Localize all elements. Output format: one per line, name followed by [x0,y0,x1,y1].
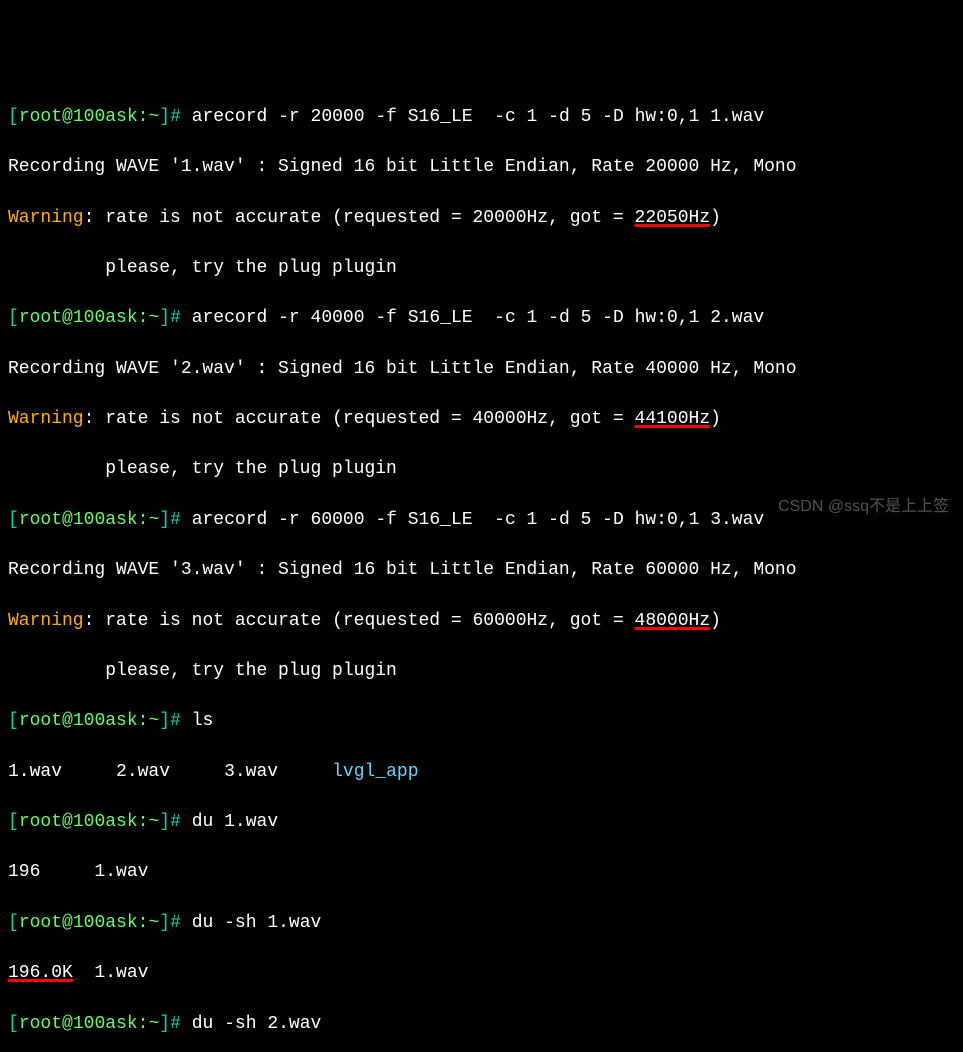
prompt-path: ~ [148,711,159,731]
prompt-at: @ [62,510,73,530]
prompt-bracket: [ [8,913,19,933]
terminal-line-ls: [root@100ask:~]# ls [8,709,955,734]
prompt-colon: : [138,107,149,127]
warning-text-1a: : rate is not accurate (requested = 2000… [84,208,635,228]
prompt-host: 100ask [73,107,138,127]
warning-plugin-3: please, try the plug plugin [8,659,955,684]
warning-plugin-2: please, try the plug plugin [8,457,955,482]
warning-text-3b: ) [710,611,721,631]
warning-text-2b: ) [710,409,721,429]
warning-rate-2: 44100Hz [635,409,711,429]
warning-rate-1: 22050Hz [635,208,711,228]
prompt-close: ]# [159,308,181,328]
warning-label: Warning [8,208,84,228]
prompt-bracket: [ [8,308,19,328]
warning-line-3: Warning: rate is not accurate (requested… [8,609,955,634]
prompt-user: root [19,812,62,832]
prompt-bracket: [ [8,711,19,731]
prompt-at: @ [62,107,73,127]
prompt-path: ~ [148,308,159,328]
prompt-close: ]# [159,812,181,832]
prompt-host: 100ask [73,1014,138,1034]
prompt-colon: : [138,510,149,530]
watermark: CSDN @ssq不是上上签 [778,496,949,518]
prompt-colon: : [138,1014,149,1034]
prompt-host: 100ask [73,812,138,832]
prompt-bracket: [ [8,1014,19,1034]
prompt-at: @ [62,812,73,832]
prompt-path: ~ [148,1014,159,1034]
terminal-line-du1: [root@100ask:~]# du 1.wav [8,810,955,835]
prompt-user: root [19,308,62,328]
prompt-at: @ [62,711,73,731]
prompt-colon: : [138,711,149,731]
command-du-sh-1: du -sh 1.wav [192,913,322,933]
output-recording-3: Recording WAVE '3.wav' : Signed 16 bit L… [8,558,955,583]
output-recording-2: Recording WAVE '2.wav' : Signed 16 bit L… [8,357,955,382]
warning-text-3a: : rate is not accurate (requested = 6000… [84,611,635,631]
command-du-1: du 1.wav [192,812,278,832]
prompt-user: root [19,913,62,933]
prompt-user: root [19,711,62,731]
prompt-user: root [19,510,62,530]
warning-label: Warning [8,611,84,631]
warning-label: Warning [8,409,84,429]
du-size-1: 196.0K [8,963,73,983]
command-arecord-3: arecord -r 60000 -f S16_LE -c 1 -d 5 -D … [192,510,765,530]
prompt-user: root [19,1014,62,1034]
prompt-path: ~ [148,510,159,530]
prompt-bracket: [ [8,510,19,530]
prompt-host: 100ask [73,308,138,328]
du-output-2: 196.0K 1.wav [8,961,955,986]
prompt-path: ~ [148,107,159,127]
prompt-close: ]# [159,1014,181,1034]
prompt-at: @ [62,913,73,933]
prompt-at: @ [62,1014,73,1034]
prompt-host: 100ask [73,510,138,530]
command-arecord-1: arecord -r 20000 -f S16_LE -c 1 -d 5 -D … [192,107,765,127]
warning-text-2a: : rate is not accurate (requested = 4000… [84,409,635,429]
prompt-close: ]# [159,107,181,127]
ls-file-2: 2.wav [116,762,170,782]
ls-file-3: 3.wav [224,762,278,782]
command-arecord-2: arecord -r 40000 -f S16_LE -c 1 -d 5 -D … [192,308,765,328]
prompt-close: ]# [159,711,181,731]
prompt-at: @ [62,308,73,328]
terminal-line-du2: [root@100ask:~]# du -sh 1.wav [8,911,955,936]
prompt-path: ~ [148,913,159,933]
prompt-close: ]# [159,510,181,530]
warning-plugin-1: please, try the plug plugin [8,256,955,281]
ls-file-1: 1.wav [8,762,62,782]
du-file-1: 1.wav [73,963,149,983]
command-ls: ls [192,711,214,731]
warning-line-2: Warning: rate is not accurate (requested… [8,407,955,432]
prompt-host: 100ask [73,913,138,933]
output-recording-1: Recording WAVE '1.wav' : Signed 16 bit L… [8,155,955,180]
ls-output: 1.wav 2.wav 3.wav lvgl_app [8,760,955,785]
du-output-1: 196 1.wav [8,860,955,885]
terminal-line-2: [root@100ask:~]# arecord -r 40000 -f S16… [8,306,955,331]
prompt-bracket: [ [8,107,19,127]
prompt-colon: : [138,913,149,933]
prompt-user: root [19,107,62,127]
command-du-sh-2: du -sh 2.wav [192,1014,322,1034]
terminal-line-du3: [root@100ask:~]# du -sh 2.wav [8,1012,955,1037]
prompt-host: 100ask [73,711,138,731]
prompt-colon: : [138,308,149,328]
prompt-colon: : [138,812,149,832]
terminal-line-1: [root@100ask:~]# arecord -r 20000 -f S16… [8,105,955,130]
prompt-bracket: [ [8,812,19,832]
prompt-close: ]# [159,913,181,933]
warning-line-1: Warning: rate is not accurate (requested… [8,206,955,231]
prompt-path: ~ [148,812,159,832]
warning-text-1b: ) [710,208,721,228]
ls-dir-lvgl: lvgl_app [332,762,418,782]
warning-rate-3: 48000Hz [635,611,711,631]
